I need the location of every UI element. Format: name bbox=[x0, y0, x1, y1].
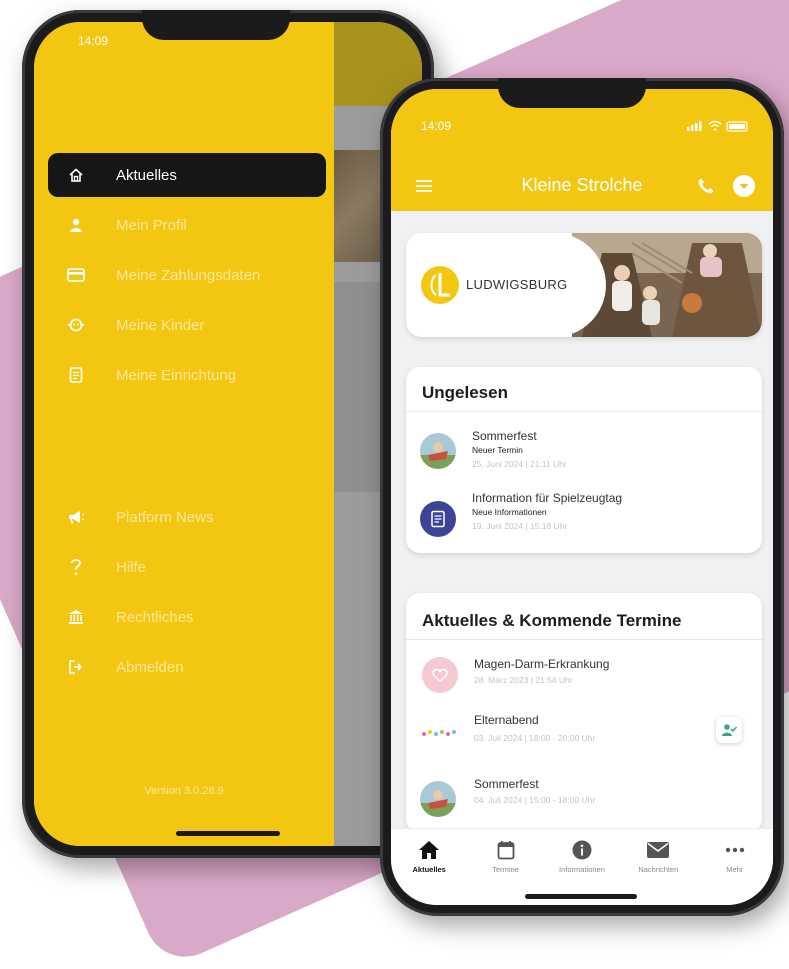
status-time: 14:09 bbox=[78, 34, 109, 48]
home-icon bbox=[64, 167, 88, 183]
drawer-item-zahlungsdaten[interactable]: Meine Zahlungsdaten bbox=[48, 253, 326, 297]
item-title: Elternabend bbox=[474, 713, 539, 727]
list-item[interactable]: Magen-Darm-Erkrankung 28. März 2023 | 21… bbox=[406, 651, 762, 701]
account-dropdown-icon[interactable] bbox=[733, 175, 755, 202]
item-title: Sommerfest bbox=[472, 429, 537, 443]
event-avatar bbox=[420, 781, 456, 817]
drawer-item-abmelden[interactable]: Abmelden bbox=[48, 645, 326, 689]
nav-tab-mehr[interactable]: Mehr bbox=[697, 829, 773, 905]
front-phone-screen: 14:09 Kleine Strolche LUDWIGSBURG Ungele… bbox=[391, 89, 773, 905]
drawer-item-label: Meine Kinder bbox=[116, 316, 205, 334]
drawer-item-meine-einrichtung[interactable]: Meine Einrichtung bbox=[48, 353, 326, 397]
information-document-icon bbox=[420, 501, 456, 537]
unread-card: Ungelesen Sommerfest Neuer Termin 25. Ju… bbox=[406, 367, 762, 553]
event-avatar bbox=[420, 433, 456, 469]
rsvp-person-check-icon[interactable] bbox=[716, 717, 742, 743]
item-date: 28. März 2023 | 21:54 Uhr bbox=[474, 675, 573, 685]
phone-notch bbox=[498, 78, 646, 108]
item-date: 04. Juli 2024 | 15:00 - 18:00 Uhr bbox=[474, 795, 596, 805]
question-icon bbox=[64, 558, 88, 576]
info-icon bbox=[544, 839, 620, 861]
banner-logo-text: LUDWIGSBURG bbox=[466, 277, 568, 292]
drawer-item-label: Mein Profil bbox=[116, 216, 187, 234]
divider bbox=[406, 639, 762, 640]
item-subtitle: Neuer Termin bbox=[472, 445, 523, 455]
navigation-drawer: 14:09 Aktuelles Mein Profil Meine Zahlun… bbox=[34, 22, 334, 846]
upcoming-card: Aktuelles & Kommende Termine Magen-Darm-… bbox=[406, 593, 762, 833]
nav-label: Mehr bbox=[726, 865, 744, 874]
status-time: 14:09 bbox=[421, 119, 452, 133]
item-date: 25. Juni 2024 | 21:11 Uhr bbox=[472, 459, 567, 469]
colorful-logo-icon bbox=[420, 725, 460, 746]
person-icon bbox=[64, 217, 88, 233]
drawer-item-label: Abmelden bbox=[116, 658, 184, 676]
ludwigsburg-logo-icon bbox=[421, 266, 459, 304]
bank-icon bbox=[64, 609, 88, 625]
logout-icon bbox=[64, 659, 88, 675]
item-date: 19. Juni 2024 | 15:18 Uhr bbox=[472, 521, 568, 531]
nav-label: Nachrichten bbox=[638, 865, 679, 874]
heart-icon bbox=[422, 657, 458, 693]
drawer-item-label: Aktuelles bbox=[116, 166, 177, 184]
home-indicator bbox=[525, 894, 637, 899]
home-icon bbox=[391, 839, 467, 861]
nav-label: Informationen bbox=[559, 865, 605, 874]
item-title: Sommerfest bbox=[474, 777, 539, 791]
divider bbox=[406, 411, 762, 412]
back-phone: 14:09 Aktuelles Mein Profil Meine Zahlun… bbox=[22, 10, 434, 858]
drawer-item-label: Rechtliches bbox=[116, 608, 194, 626]
megaphone-icon bbox=[64, 509, 88, 525]
status-icons bbox=[687, 119, 751, 137]
drawer-item-platform-news[interactable]: Platform News bbox=[48, 495, 326, 539]
list-item[interactable]: Sommerfest Neuer Termin 25. Juni 2024 | … bbox=[406, 419, 762, 479]
drawer-item-hilfe[interactable]: Hilfe bbox=[48, 545, 326, 589]
drawer-item-meine-kinder[interactable]: Meine Kinder bbox=[48, 303, 326, 347]
back-phone-screen: 14:09 Aktuelles Mein Profil Meine Zahlun… bbox=[34, 22, 422, 846]
item-subtitle: Neue Informationen bbox=[472, 507, 547, 517]
drawer-item-label: Meine Einrichtung bbox=[116, 366, 237, 384]
phone-notch bbox=[142, 10, 290, 40]
document-icon bbox=[64, 367, 88, 383]
list-item[interactable]: Sommerfest 04. Juli 2024 | 15:00 - 18:00… bbox=[406, 773, 762, 823]
facility-banner: LUDWIGSBURG bbox=[406, 233, 762, 337]
nav-label: Termine bbox=[492, 865, 519, 874]
credit-card-icon bbox=[64, 268, 88, 282]
more-icon bbox=[697, 839, 773, 861]
drawer-item-label: Hilfe bbox=[116, 558, 147, 576]
upcoming-card-title: Aktuelles & Kommende Termine bbox=[422, 611, 682, 630]
child-icon bbox=[64, 317, 88, 333]
drawer-item-label: Platform News bbox=[116, 508, 214, 526]
drawer-item-label: Meine Zahlungsdaten bbox=[116, 266, 261, 284]
drawer-item-mein-profil[interactable]: Mein Profil bbox=[48, 203, 326, 247]
nav-label: Aktuelles bbox=[412, 865, 446, 874]
calendar-icon bbox=[468, 839, 544, 861]
drawer-item-aktuelles[interactable]: Aktuelles bbox=[48, 153, 326, 197]
item-date: 03. Juli 2024 | 18:00 - 20:00 Uhr bbox=[474, 733, 596, 743]
app-title: Kleine Strolche bbox=[521, 175, 643, 195]
nav-tab-aktuelles[interactable]: Aktuelles bbox=[391, 829, 467, 905]
mail-icon bbox=[620, 839, 696, 861]
drawer-item-rechtliches[interactable]: Rechtliches bbox=[48, 595, 326, 639]
phone-call-icon[interactable] bbox=[697, 177, 715, 200]
app-version: Version 3.0.28.9 bbox=[144, 785, 224, 797]
list-item[interactable]: Information für Spielzeugtag Neue Inform… bbox=[406, 491, 762, 551]
front-phone: 14:09 Kleine Strolche LUDWIGSBURG Ungele… bbox=[380, 78, 784, 916]
unread-card-title: Ungelesen bbox=[422, 383, 508, 402]
item-title: Information für Spielzeugtag bbox=[472, 491, 623, 505]
item-title: Magen-Darm-Erkrankung bbox=[474, 657, 610, 671]
home-indicator bbox=[176, 831, 280, 836]
list-item[interactable]: Elternabend 03. Juli 2024 | 18:00 - 20:0… bbox=[406, 713, 762, 763]
